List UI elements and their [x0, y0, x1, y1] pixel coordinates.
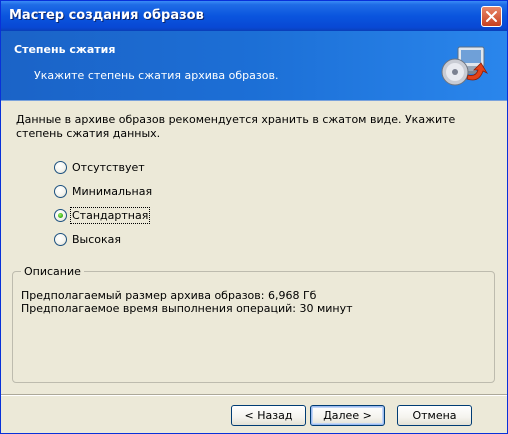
backup-disk-icon	[441, 46, 489, 86]
title-bar[interactable]: Мастер создания образов	[1, 1, 507, 31]
radio-button[interactable]	[54, 160, 67, 174]
close-button[interactable]	[481, 6, 502, 27]
radio-label[interactable]: Отсутствует	[72, 161, 145, 174]
window-title: Мастер создания образов	[9, 8, 204, 23]
radio-label[interactable]: Минимальная	[72, 185, 152, 198]
back-button[interactable]: < Назад	[231, 405, 306, 426]
radio-button[interactable]	[54, 184, 67, 198]
button-separator	[1, 394, 507, 396]
radio-button-checked[interactable]	[54, 208, 67, 222]
cancel-button[interactable]: Отмена	[397, 405, 472, 426]
next-button[interactable]: Далее >	[310, 405, 385, 426]
header-separator	[1, 100, 507, 101]
radio-compression-high[interactable]: Высокая	[54, 230, 121, 248]
wizard-header: Степень сжатия Укажите степень сжатия ар…	[1, 31, 507, 100]
wizard-window: Мастер создания образов Степень сжатия У…	[0, 0, 508, 434]
radio-compression-none[interactable]: Отсутствует	[54, 158, 145, 176]
description-legend: Описание	[21, 265, 84, 278]
page-title: Степень сжатия	[14, 43, 116, 56]
description-groupbox	[12, 271, 495, 383]
page-subtitle: Укажите степень сжатия архива образов.	[34, 69, 279, 82]
radio-compression-minimal[interactable]: Минимальная	[54, 182, 152, 200]
radio-label[interactable]: Стандартная	[69, 206, 151, 224]
radio-compression-standard[interactable]: Стандартная	[54, 206, 151, 224]
radio-label[interactable]: Высокая	[72, 233, 121, 246]
estimated-size-text: Предполагаемый размер архива образов: 6,…	[21, 289, 317, 302]
instruction-text: Данные в архиве образов рекомендуется хр…	[16, 113, 456, 140]
estimated-time-text: Предполагаемое время выполнения операций…	[21, 302, 353, 315]
close-icon	[486, 11, 497, 22]
radio-button[interactable]	[54, 232, 67, 246]
